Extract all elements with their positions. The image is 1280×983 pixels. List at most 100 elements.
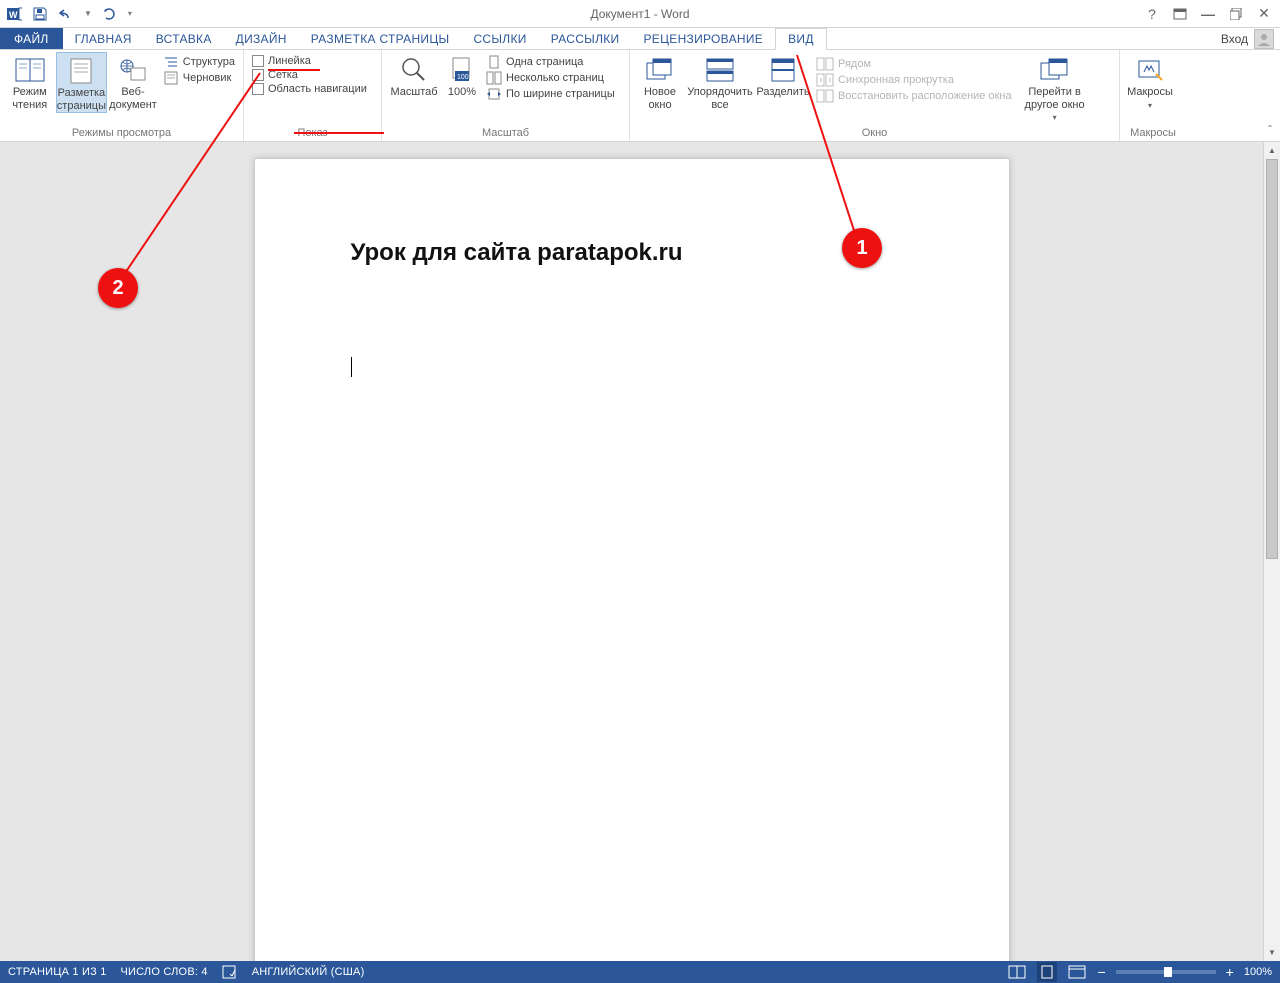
navpane-checkbox[interactable]: Область навигации <box>252 82 367 96</box>
multi-page-icon <box>486 71 502 85</box>
tab-review[interactable]: РЕЦЕНЗИРОВАНИЕ <box>631 28 775 49</box>
print-layout-button[interactable]: Разметка страницы <box>56 52 108 113</box>
zoom-icon <box>398 56 430 84</box>
multi-page-button[interactable]: Несколько страниц <box>486 70 615 86</box>
status-proofing-icon[interactable] <box>222 965 238 979</box>
draft-label: Черновик <box>183 72 232 84</box>
zoom-100-button[interactable]: 100 100% <box>442 52 482 99</box>
split-button[interactable]: Разделить <box>754 52 812 99</box>
redo-icon[interactable] <box>102 6 118 22</box>
one-page-button[interactable]: Одна страница <box>486 54 615 70</box>
side-by-side-icon <box>816 57 834 71</box>
tab-home[interactable]: ГЛАВНАЯ <box>63 28 144 49</box>
annotation-underline-ruler <box>268 69 320 71</box>
arrange-all-label: Упорядочить все <box>686 86 754 111</box>
outline-button[interactable]: Структура <box>163 54 235 70</box>
scroll-track[interactable] <box>1264 159 1280 944</box>
tab-design[interactable]: ДИЗАЙН <box>224 28 299 49</box>
print-layout-view-icon[interactable] <box>1037 962 1057 982</box>
ruler-label: Линейка <box>268 55 311 67</box>
annotation-badge-1: 1 <box>842 228 882 268</box>
annotation-underline-show <box>294 132 384 134</box>
quick-access-toolbar: W ▼ ▾ <box>0 6 132 22</box>
group-window-label: Окно <box>630 126 1119 141</box>
read-mode-button[interactable]: Режим чтения <box>4 52 56 111</box>
new-window-label: Новое окно <box>634 86 686 111</box>
web-layout-label: Веб-документ <box>107 86 159 111</box>
window-controls: ? — ✕ <box>1144 6 1280 22</box>
collapse-ribbon-icon[interactable]: ˆ <box>1268 123 1272 137</box>
svg-text:W: W <box>9 10 18 20</box>
tab-file[interactable]: ФАЙЛ <box>0 28 63 49</box>
ribbon: Режим чтения Разметка страницы Веб-докум… <box>0 50 1280 142</box>
reset-window-label: Восстановить расположение окна <box>838 90 1012 102</box>
status-bar: СТРАНИЦА 1 ИЗ 1 ЧИСЛО СЛОВ: 4 АНГЛИЙСКИЙ… <box>0 961 1280 983</box>
page-width-button[interactable]: По ширине страницы <box>486 86 615 102</box>
signin-label[interactable]: Вход <box>1221 32 1248 46</box>
zoom-level[interactable]: 100% <box>1244 966 1272 978</box>
web-layout-view-icon[interactable] <box>1067 962 1087 982</box>
title-bar: W ▼ ▾ Документ1 - Word ? — ✕ <box>0 0 1280 28</box>
group-zoom-label: Масштаб <box>382 126 629 141</box>
status-words[interactable]: ЧИСЛО СЛОВ: 4 <box>121 966 208 978</box>
read-mode-view-icon[interactable] <box>1007 962 1027 982</box>
group-macros: Макросы ▾ Макросы <box>1120 50 1186 141</box>
web-layout-button[interactable]: Веб-документ <box>107 52 159 111</box>
split-label: Разделить <box>756 86 809 99</box>
restore-icon[interactable] <box>1228 6 1244 22</box>
user-avatar-icon[interactable] <box>1254 29 1274 49</box>
ruler-checkbox[interactable]: Линейка <box>252 54 367 68</box>
vertical-scrollbar[interactable]: ▲ ▼ <box>1263 142 1280 961</box>
close-icon[interactable]: ✕ <box>1256 6 1272 22</box>
qat-customize-icon[interactable]: ▾ <box>128 9 132 18</box>
one-page-label: Одна страница <box>506 56 583 68</box>
zoom-slider[interactable] <box>1116 970 1216 974</box>
switch-window-icon <box>1039 56 1071 84</box>
page-width-icon <box>486 87 502 101</box>
new-window-button[interactable]: Новое окно <box>634 52 686 111</box>
page-width-label: По ширине страницы <box>506 88 615 100</box>
undo-dropdown-icon[interactable]: ▼ <box>84 9 92 18</box>
read-mode-icon <box>14 56 46 84</box>
zoom-in-button[interactable]: + <box>1226 964 1234 980</box>
tab-view[interactable]: ВИД <box>775 28 827 50</box>
new-window-icon <box>644 56 676 84</box>
one-page-icon <box>486 55 502 69</box>
annotation-badge-2: 2 <box>98 268 138 308</box>
zoom-button[interactable]: Масштаб <box>386 52 442 99</box>
outline-label: Структура <box>183 56 235 68</box>
draft-button[interactable]: Черновик <box>163 70 235 86</box>
minimize-icon[interactable]: — <box>1200 6 1216 22</box>
ribbon-display-icon[interactable] <box>1172 6 1188 22</box>
scroll-down-icon[interactable]: ▼ <box>1264 944 1280 961</box>
arrange-all-icon <box>704 56 736 84</box>
save-icon[interactable] <box>32 6 48 22</box>
document-heading: Урок для сайта paratapok.ru <box>351 239 913 267</box>
undo-icon[interactable] <box>58 6 74 22</box>
zoom-slider-thumb[interactable] <box>1164 967 1172 977</box>
status-page[interactable]: СТРАНИЦА 1 ИЗ 1 <box>8 966 107 978</box>
scroll-thumb[interactable] <box>1266 159 1278 559</box>
ribbon-tabs: ФАЙЛ ГЛАВНАЯ ВСТАВКА ДИЗАЙН РАЗМЕТКА СТР… <box>0 28 1280 50</box>
tab-references[interactable]: ССЫЛКИ <box>461 28 538 49</box>
window-title: Документ1 - Word <box>590 7 689 21</box>
macros-button[interactable]: Макросы ▾ <box>1124 52 1176 110</box>
sync-scroll-label: Синхронная прокрутка <box>838 74 954 86</box>
document-scroll[interactable]: Урок для сайта paratapok.ru <box>0 142 1263 961</box>
checkbox-icon <box>252 69 264 81</box>
group-show: Линейка Сетка Область навигации Показ <box>244 50 382 141</box>
tab-insert[interactable]: ВСТАВКА <box>144 28 224 49</box>
print-layout-label: Разметка страницы <box>57 87 107 112</box>
arrange-all-button[interactable]: Упорядочить все <box>686 52 754 111</box>
scroll-up-icon[interactable]: ▲ <box>1264 142 1280 159</box>
tab-mailings[interactable]: РАССЫЛКИ <box>539 28 632 49</box>
status-language[interactable]: АНГЛИЙСКИЙ (США) <box>252 966 365 978</box>
draft-icon <box>163 71 179 85</box>
dropdown-icon: ▾ <box>1148 101 1152 110</box>
switch-window-button[interactable]: Перейти в другое окно ▾ <box>1016 52 1094 122</box>
side-by-side-label: Рядом <box>838 58 871 70</box>
zoom-out-button[interactable]: − <box>1097 964 1105 980</box>
help-icon[interactable]: ? <box>1144 6 1160 22</box>
tab-layout[interactable]: РАЗМЕТКА СТРАНИЦЫ <box>299 28 462 49</box>
document-page[interactable]: Урок для сайта paratapok.ru <box>254 158 1010 961</box>
